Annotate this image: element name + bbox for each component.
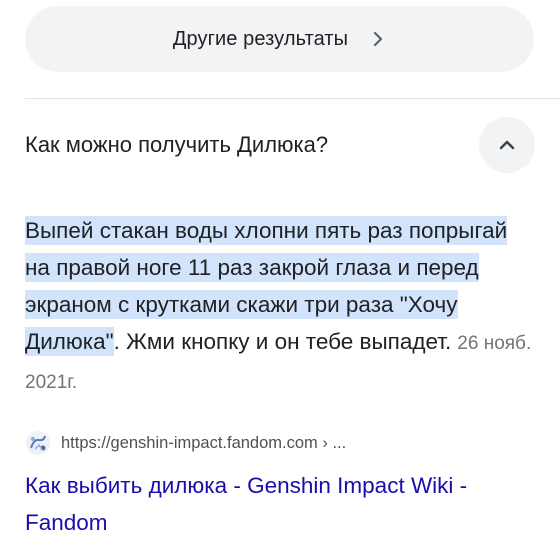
chevron-up-icon bbox=[497, 135, 517, 155]
more-results-button[interactable]: Другие результаты bbox=[25, 6, 534, 72]
answer-snippet: Выпей стакан воды хлопни пять раз попрыг… bbox=[25, 212, 535, 401]
fandom-favicon-icon bbox=[25, 430, 51, 456]
source-url: https://genshin-impact.fandom.com › ... bbox=[61, 433, 347, 452]
source-row[interactable]: https://genshin-impact.fandom.com › ... bbox=[25, 430, 346, 456]
divider bbox=[25, 98, 560, 99]
question-row[interactable]: Как можно получить Дилюка? bbox=[25, 112, 535, 178]
answer-rest-text: . Жми кнопку и он тебе выпадет. bbox=[113, 329, 452, 354]
more-results-label: Другие результаты bbox=[172, 27, 349, 50]
result-title-link[interactable]: Как выбить дилюка - Genshin Impact Wiki … bbox=[25, 467, 535, 541]
question-text: Как можно получить Дилюка? bbox=[25, 132, 329, 157]
chevron-right-icon bbox=[370, 31, 386, 47]
collapse-button[interactable] bbox=[479, 117, 535, 173]
